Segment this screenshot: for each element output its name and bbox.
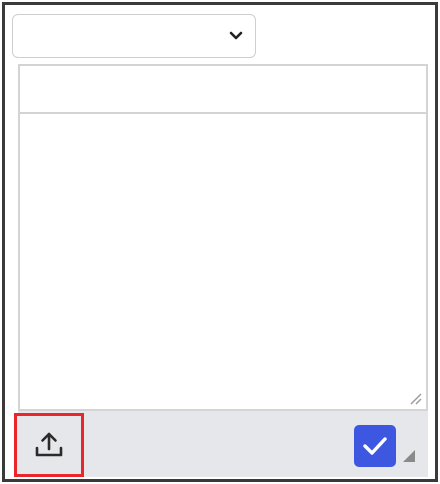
subject-input[interactable] (20, 66, 426, 114)
message-textarea[interactable] (20, 114, 426, 409)
checkmark-icon (363, 437, 387, 455)
panel-frame-right-edge (435, 2, 438, 480)
confirm-checkbox[interactable] (354, 425, 396, 467)
resize-grip-icon[interactable] (408, 391, 422, 405)
category-dropdown[interactable] (12, 14, 256, 58)
compose-editor (18, 64, 428, 411)
corner-resize-icon[interactable] (402, 449, 416, 463)
upload-icon (35, 432, 63, 457)
chevron-down-icon (229, 31, 243, 40)
upload-button[interactable] (14, 413, 84, 477)
editor-toolbar (14, 411, 428, 477)
panel-frame-bottom-edge (2, 479, 438, 482)
